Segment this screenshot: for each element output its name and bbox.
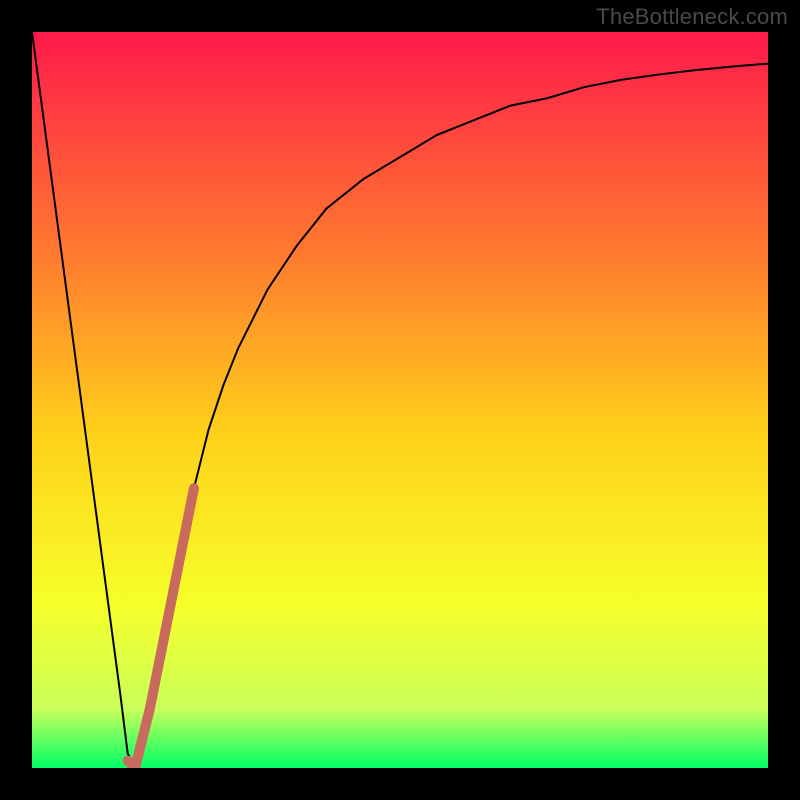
chart-container: TheBottleneck.com (0, 0, 800, 800)
watermark-text: TheBottleneck.com (596, 4, 788, 30)
chart-background (32, 32, 768, 768)
bottleneck-chart (32, 32, 768, 768)
plot-area (32, 32, 768, 768)
